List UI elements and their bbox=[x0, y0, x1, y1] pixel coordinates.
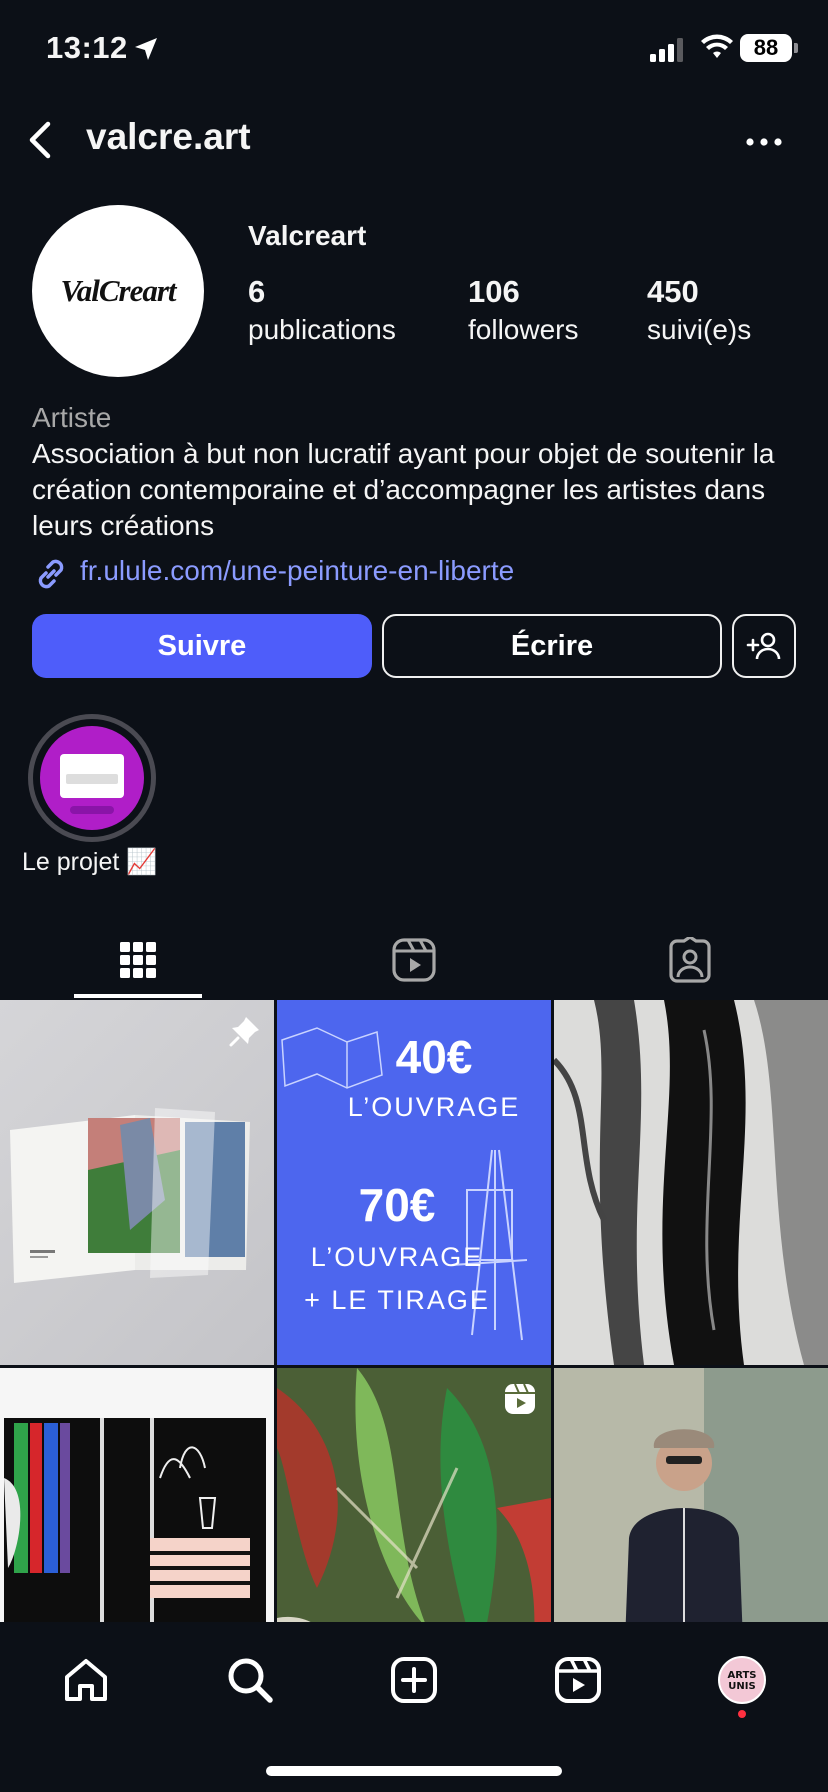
post-thumbnail[interactable]: 40€ L’OUVRAGE 70€ L’OUVRAGE + LE TIRAGE bbox=[277, 1000, 551, 1365]
highlight-thumbnail bbox=[40, 726, 144, 830]
posts-grid: 40€ L’OUVRAGE 70€ L’OUVRAGE + LE TIRAGE bbox=[0, 1000, 828, 1622]
nav-home[interactable] bbox=[56, 1650, 116, 1710]
stat-following[interactable]: 450 suivi(e)s bbox=[647, 274, 751, 346]
reel-icon bbox=[505, 1383, 535, 1414]
post-thumbnail[interactable] bbox=[0, 1368, 274, 1622]
profile-bio: Association à but non lucratif ayant pou… bbox=[32, 438, 775, 541]
artist-photo-image bbox=[554, 1368, 828, 1622]
label-ouvrage-2: L’OUVRAGE bbox=[310, 1242, 484, 1272]
wifi-icon bbox=[701, 34, 733, 58]
nav-reels[interactable] bbox=[548, 1650, 608, 1710]
stat-publications[interactable]: 6 publications bbox=[248, 274, 396, 346]
home-icon bbox=[65, 1659, 107, 1701]
tab-reels[interactable] bbox=[276, 920, 552, 1000]
ink-painting-image bbox=[554, 1000, 828, 1365]
profile-avatar[interactable]: ValCreart bbox=[32, 205, 204, 377]
notification-dot bbox=[738, 1710, 746, 1718]
signal-icon bbox=[650, 38, 683, 62]
status-time: 13:12 bbox=[46, 30, 128, 65]
tagged-icon bbox=[669, 937, 711, 983]
arts-unis-logo: ARTS UNIS bbox=[727, 1670, 756, 1692]
svg-text:ARTS: ARTS bbox=[727, 1670, 756, 1681]
post-thumbnail[interactable] bbox=[554, 1368, 828, 1622]
battery-indicator: 88 bbox=[740, 34, 792, 62]
tab-tagged[interactable] bbox=[552, 920, 828, 1000]
profile-link-text[interactable]: fr.ulule.com/une-peinture-en-liberte bbox=[80, 555, 514, 587]
stat-label: publications bbox=[248, 314, 396, 345]
price-ouvrage-tirage: 70€ bbox=[358, 1179, 436, 1231]
window-painting-image bbox=[0, 1368, 274, 1622]
post-thumbnail[interactable] bbox=[0, 1000, 274, 1365]
suggested-accounts-button[interactable] bbox=[732, 614, 796, 678]
profile-username: valcre.art bbox=[86, 116, 251, 157]
message-button[interactable]: Écrire bbox=[382, 614, 722, 678]
stat-label: suivi(e)s bbox=[647, 314, 752, 345]
stat-label: followers bbox=[468, 314, 579, 345]
post-thumbnail[interactable] bbox=[554, 1000, 828, 1365]
label-tirage: + LE TIRAGE bbox=[304, 1285, 490, 1315]
story-highlight[interactable] bbox=[28, 714, 156, 842]
grid-icon bbox=[120, 942, 156, 978]
stat-value: 106 bbox=[468, 274, 520, 309]
tab-grid-posts[interactable] bbox=[0, 920, 276, 1000]
follow-button[interactable]: Suivre bbox=[32, 614, 372, 678]
nav-profile[interactable]: ARTS UNIS bbox=[712, 1650, 772, 1710]
profile-nav-avatar: ARTS UNIS bbox=[718, 1656, 766, 1704]
stat-value: 450 bbox=[647, 274, 699, 309]
add-post-icon bbox=[391, 1657, 437, 1703]
active-tab-indicator bbox=[74, 994, 202, 998]
battery-tip bbox=[794, 43, 798, 53]
search-icon bbox=[228, 1658, 273, 1703]
more-options-icon[interactable] bbox=[740, 132, 790, 152]
highlight-label: Le projet 📈 bbox=[22, 848, 158, 876]
price-ouvrage: 40€ bbox=[395, 1031, 473, 1083]
reels-nav-icon bbox=[555, 1657, 601, 1703]
link-icon bbox=[38, 559, 64, 589]
home-indicator bbox=[266, 1766, 562, 1776]
reels-icon bbox=[392, 938, 436, 982]
svg-text:ValCreart: ValCreart bbox=[60, 273, 177, 308]
svg-text:UNIS: UNIS bbox=[728, 1681, 755, 1692]
status-bar: 13:12 88 bbox=[0, 0, 828, 100]
nav-search[interactable] bbox=[220, 1650, 280, 1710]
location-arrow-icon bbox=[135, 38, 157, 60]
back-arrow-icon[interactable] bbox=[22, 118, 62, 162]
add-person-icon bbox=[746, 632, 781, 660]
stat-followers[interactable]: 106 followers bbox=[468, 274, 578, 346]
label-ouvrage: L’OUVRAGE bbox=[347, 1092, 521, 1122]
display-name: Valcreart bbox=[248, 220, 367, 251]
valcreart-logo: ValCreart bbox=[60, 273, 178, 308]
post-thumbnail[interactable] bbox=[277, 1368, 551, 1622]
pin-icon bbox=[229, 1017, 259, 1047]
nav-create[interactable] bbox=[384, 1650, 444, 1710]
stat-value: 6 bbox=[248, 274, 266, 309]
profile-category: Artiste bbox=[32, 402, 112, 433]
book-mockup-image bbox=[10, 1108, 250, 1283]
